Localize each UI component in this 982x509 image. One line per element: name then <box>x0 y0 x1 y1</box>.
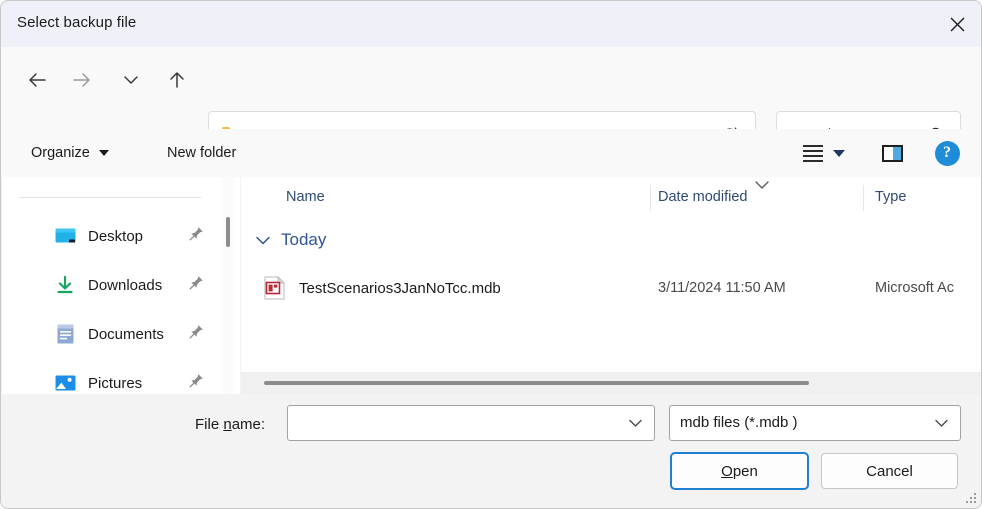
file-type: Microsoft Ac <box>875 280 954 296</box>
sidebar-item-desktop[interactable]: Desktop <box>12 217 212 255</box>
arrow-left-icon <box>27 71 47 89</box>
column-header-date-modified[interactable]: Date modified <box>658 177 747 217</box>
file-name-combobox[interactable] <box>287 405 655 441</box>
recent-locations-button[interactable] <box>114 63 148 97</box>
back-button[interactable] <box>20 63 54 97</box>
file-open-dialog: Select backup file <box>0 0 982 509</box>
chevron-down-icon[interactable] <box>255 235 271 246</box>
table-row[interactable]: TestScenarios3JanNoTcc.mdb 3/11/2024 11:… <box>241 269 982 307</box>
group-header-today[interactable]: Today <box>241 221 982 259</box>
view-options-button[interactable] <box>794 137 854 169</box>
column-header-name[interactable]: Name <box>286 177 325 217</box>
pin-icon[interactable] <box>189 226 204 246</box>
open-button[interactable]: Open <box>671 453 808 489</box>
close-icon <box>949 16 966 33</box>
file-type-filter-combobox[interactable]: mdb files (*.mdb ) <box>669 405 961 441</box>
group-label: Today <box>281 230 326 250</box>
help-icon: ? <box>935 141 960 166</box>
file-list-pane: Name Date modified Type Today <box>241 177 982 394</box>
preview-pane-icon <box>882 145 903 162</box>
file-type-filter-value: mdb files (*.mdb ) <box>680 406 798 440</box>
chevron-down-icon <box>99 150 109 156</box>
chevron-down-icon <box>934 418 949 429</box>
desktop-icon <box>54 225 76 247</box>
arrow-right-icon <box>72 71 92 89</box>
close-button[interactable] <box>932 1 982 47</box>
pin-icon[interactable] <box>189 373 204 393</box>
horizontal-scrollbar[interactable] <box>241 372 982 394</box>
horizontal-scrollbar-thumb[interactable] <box>264 381 809 385</box>
column-header-row: Name Date modified Type <box>241 177 982 217</box>
sidebar-item-pictures[interactable]: Pictures <box>12 364 212 394</box>
title-bar: Select backup file <box>1 1 982 47</box>
column-divider[interactable] <box>863 185 864 211</box>
dialog-title: Select backup file <box>17 14 136 31</box>
column-header-type[interactable]: Type <box>875 177 906 217</box>
forward-button[interactable] <box>65 63 99 97</box>
command-toolbar: Organize New folder ? <box>1 129 982 177</box>
dialog-footer: File name: mdb files (*.mdb ) Open Cance… <box>1 394 982 509</box>
chevron-down-icon <box>628 418 643 429</box>
pin-icon[interactable] <box>189 275 204 295</box>
chevron-down-icon <box>833 150 845 157</box>
pin-icon[interactable] <box>189 324 204 344</box>
file-name-label: File name: <box>195 416 265 433</box>
resize-grip[interactable] <box>964 491 978 505</box>
navigation-bar: › Downloads › TestScenarios3JanNoTcc Sea… <box>1 47 982 129</box>
new-folder-label: New folder <box>167 145 236 161</box>
file-name-dropdown-button[interactable] <box>628 406 643 440</box>
help-button[interactable]: ? <box>930 137 964 169</box>
file-name: TestScenarios3JanNoTcc.mdb <box>299 280 501 297</box>
chevron-down-icon <box>123 74 139 86</box>
pictures-icon <box>54 372 76 394</box>
sidebar-scrollbar[interactable] <box>222 177 234 394</box>
new-folder-button[interactable]: New folder <box>159 137 244 169</box>
sidebar-item-documents[interactable]: Documents <box>12 315 212 353</box>
sidebar-scrollbar-thumb[interactable] <box>226 217 230 247</box>
up-one-level-button[interactable] <box>160 63 194 97</box>
arrow-up-icon <box>168 70 186 90</box>
sidebar-item-label: Pictures <box>88 375 142 392</box>
sidebar-divider <box>19 197 201 198</box>
preview-pane-button[interactable] <box>875 137 909 169</box>
file-date-modified: 3/11/2024 11:50 AM <box>658 280 786 296</box>
mdb-file-icon <box>263 276 287 300</box>
sidebar-item-label: Downloads <box>88 277 162 294</box>
column-divider[interactable] <box>650 185 651 211</box>
sidebar-item-label: Desktop <box>88 228 143 245</box>
downloads-icon <box>54 274 76 296</box>
chevron-up-icon <box>754 180 770 190</box>
navigation-pane: Desktop Downloads <box>2 177 240 394</box>
cancel-button[interactable]: Cancel <box>821 453 958 489</box>
sidebar-item-label: Documents <box>88 326 164 343</box>
cancel-label: Cancel <box>866 463 913 480</box>
file-type-filter-dropdown-button[interactable] <box>934 406 949 440</box>
organize-label: Organize <box>31 145 90 161</box>
sidebar-item-downloads[interactable]: Downloads <box>12 266 212 304</box>
view-list-icon <box>803 145 823 162</box>
organize-button[interactable]: Organize <box>23 137 117 169</box>
documents-icon <box>54 323 76 345</box>
